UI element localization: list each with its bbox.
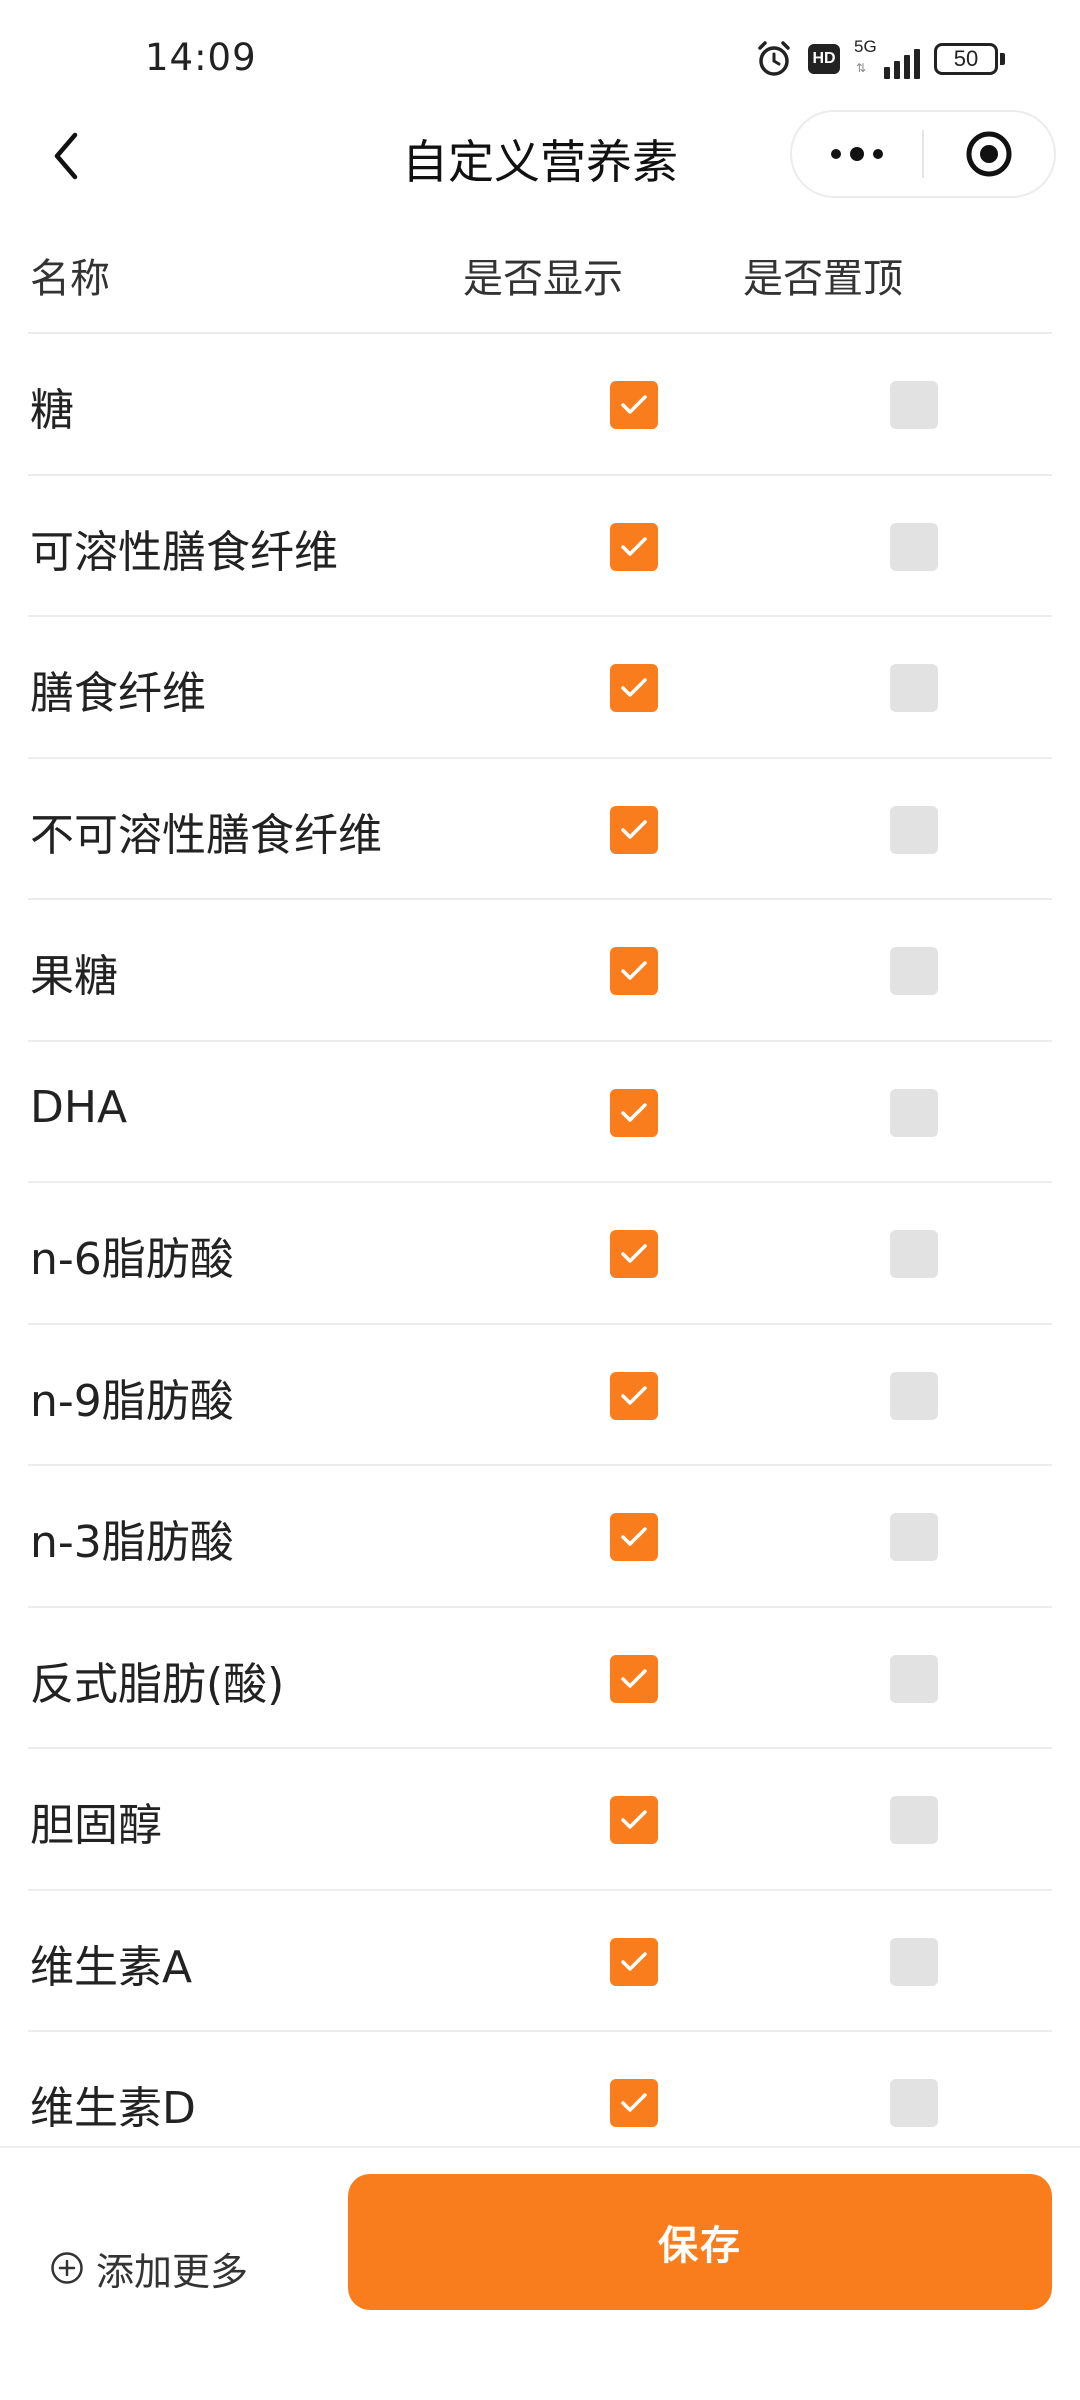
- show-checkbox[interactable]: [610, 1937, 658, 1986]
- checkmark-icon: [621, 395, 647, 414]
- nav-bar: 自定义营养素: [0, 110, 1080, 202]
- table-row: 不可溶性膳食纤维: [28, 759, 1052, 900]
- pin-checkbox[interactable]: [890, 805, 938, 854]
- mini-program-capsule: [790, 110, 1056, 198]
- nutrient-name: 可溶性膳食纤维: [30, 526, 338, 578]
- pin-checkbox[interactable]: [890, 2079, 938, 2127]
- alarm-icon: [758, 41, 790, 76]
- back-chevron-icon: [54, 132, 78, 180]
- nutrient-name: 反式脂肪(酸): [30, 1658, 285, 1710]
- pin-checkbox[interactable]: [890, 947, 938, 995]
- add-more-button[interactable]: 添加更多: [50, 2218, 248, 2318]
- table-row: 胆固醇: [28, 1749, 1052, 1891]
- show-checkbox[interactable]: [610, 1796, 658, 1844]
- add-more-label: 添加更多: [96, 2249, 249, 2294]
- status-time: 14:09: [145, 36, 257, 79]
- table-row: n-3脂肪酸: [28, 1466, 1052, 1608]
- table-row: 糖: [28, 334, 1052, 476]
- pin-checkbox[interactable]: [890, 1371, 938, 1420]
- status-icons: HD 5G ⇅ 50: [754, 36, 1005, 82]
- show-checkbox[interactable]: [610, 1513, 658, 1561]
- close-target-icon: [966, 131, 1012, 177]
- table-row: DHA: [28, 1042, 1052, 1183]
- table-row: n-9脂肪酸: [28, 1325, 1052, 1466]
- nutrient-name: 维生素A: [30, 1941, 193, 1993]
- header-name: 名称: [30, 256, 110, 302]
- checkmark-icon: [621, 1385, 647, 1405]
- show-checkbox[interactable]: [610, 664, 658, 712]
- more-button[interactable]: [792, 112, 922, 196]
- checkmark-icon: [621, 2093, 647, 2112]
- show-checkbox[interactable]: [610, 1230, 658, 1278]
- nutrient-name: n-9脂肪酸: [30, 1375, 234, 1427]
- hd-badge: HD: [808, 44, 840, 74]
- data-arrows-icon: ⇅: [856, 61, 867, 75]
- checkmark-icon: [621, 961, 647, 980]
- save-button[interactable]: 保存: [348, 2174, 1052, 2310]
- pin-checkbox[interactable]: [890, 1088, 938, 1137]
- table-row: 膳食纤维: [28, 617, 1052, 759]
- header-pin: 是否置顶: [743, 256, 903, 302]
- pin-checkbox[interactable]: [890, 1513, 938, 1561]
- checkmark-icon: [621, 1810, 647, 1829]
- pin-checkbox[interactable]: [890, 1796, 938, 1844]
- show-checkbox[interactable]: [610, 1654, 658, 1703]
- plus-circle-icon: [51, 2252, 83, 2284]
- pin-checkbox[interactable]: [890, 381, 938, 429]
- battery-icon: 50: [934, 43, 1005, 75]
- show-checkbox[interactable]: [610, 381, 658, 429]
- pin-checkbox[interactable]: [890, 1937, 938, 1986]
- nutrient-name: 膳食纤维: [30, 668, 206, 719]
- pin-checkbox[interactable]: [890, 664, 938, 712]
- show-checkbox[interactable]: [610, 1088, 658, 1137]
- checkmark-icon: [621, 1527, 647, 1546]
- table-header: 名称 是否显示 是否置顶: [28, 228, 1052, 334]
- battery-level: 50: [934, 43, 998, 75]
- signal-bars-icon: [884, 49, 920, 79]
- nutrient-name: n-3脂肪酸: [30, 1517, 234, 1568]
- close-button[interactable]: [924, 112, 1054, 196]
- nutrient-name: 维生素D: [30, 2083, 196, 2134]
- table-row: 反式脂肪(酸): [28, 1608, 1052, 1749]
- show-checkbox[interactable]: [610, 1371, 658, 1420]
- table-row: 维生素A: [28, 1891, 1052, 2032]
- checkmark-icon: [621, 536, 647, 556]
- table-row: n-6脂肪酸: [28, 1183, 1052, 1325]
- screen: 14:09 HD 5G ⇅ 50 自定义营养素 名称 是否显示 是否置顶 糖 可…: [0, 0, 1080, 2400]
- table-row: 可溶性膳食纤维: [28, 476, 1052, 617]
- nutrient-name: 糖: [30, 385, 74, 436]
- checkmark-icon: [621, 1102, 647, 1122]
- more-dots-icon: [831, 147, 883, 161]
- bottom-bar: 添加更多 保存: [0, 2146, 1080, 2400]
- nutrient-list: 糖可溶性膳食纤维 膳食纤维不可溶性膳食纤维 果糖 DHA n-6脂肪酸 n-9脂肪酸 n-3…: [28, 334, 1052, 2174]
- nutrient-name: DHA: [30, 1081, 128, 1133]
- nutrient-name: 果糖: [30, 951, 118, 1002]
- pin-checkbox[interactable]: [890, 1654, 938, 1703]
- checkmark-icon: [621, 819, 647, 839]
- pin-checkbox[interactable]: [890, 522, 938, 571]
- checkmark-icon: [621, 678, 647, 697]
- show-checkbox[interactable]: [610, 522, 658, 571]
- checkmark-icon: [621, 1951, 647, 1971]
- show-checkbox[interactable]: [610, 2079, 658, 2127]
- show-checkbox[interactable]: [610, 805, 658, 854]
- back-button[interactable]: [38, 128, 94, 184]
- checkmark-icon: [621, 1668, 647, 1688]
- nutrient-name: 不可溶性膳食纤维: [30, 809, 382, 861]
- pin-checkbox[interactable]: [890, 1230, 938, 1278]
- status-bar: 14:09 HD 5G ⇅ 50: [0, 0, 1080, 110]
- show-checkbox[interactable]: [610, 947, 658, 995]
- signal-icon: 5G ⇅: [854, 37, 920, 79]
- checkmark-icon: [621, 1244, 647, 1263]
- nutrient-name: n-6脂肪酸: [30, 1234, 234, 1285]
- header-show: 是否显示: [463, 256, 623, 302]
- network-type: 5G: [854, 37, 877, 56]
- table-row: 果糖: [28, 900, 1052, 1042]
- nutrient-name: 胆固醇: [30, 1800, 162, 1851]
